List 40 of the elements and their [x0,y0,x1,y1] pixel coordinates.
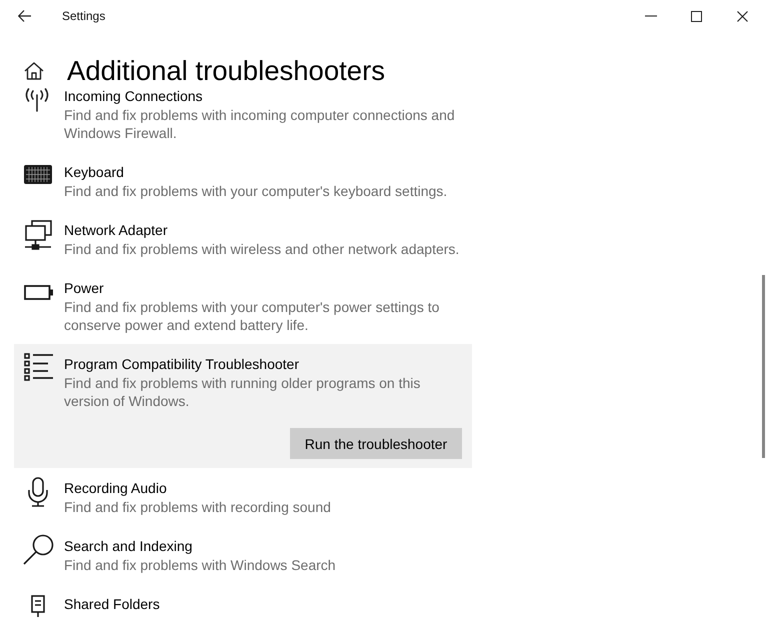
item-description: Find and fix problems with recording sound [64,498,332,516]
troubleshooter-item[interactable]: Keyboard Find and fix problems with your computer's keyboard settings. [14,152,472,210]
troubleshooter-item[interactable]: Power Find and fix problems with your computer's power settings to conserve power and extend battery life. [14,268,472,344]
home-icon[interactable] [24,62,44,80]
troubleshooter-item[interactable]: Incoming Connections Find and fix problems with incoming computer connections and Windows Firewall. [14,86,472,152]
close-icon[interactable] [737,10,748,22]
back-icon[interactable] [18,10,31,22]
item-description: Find and fix problems with wireless and other network adapters. [64,240,460,258]
item-description: Find and fix problems with running older programs on this version of Windows. [64,374,422,410]
battery-icon [24,285,53,300]
server-icon [31,595,45,617]
monitors-icon [24,220,52,250]
troubleshooter-item[interactable]: Search and Indexing Find and fix problems with Windows Search [14,526,472,584]
minimize-icon[interactable] [645,15,657,17]
search-icon [23,534,54,565]
troubleshooter-item[interactable]: Recording Audio Find and fix problems with recording sound [14,468,472,526]
item-title: Power [64,279,105,298]
troubleshooter-item[interactable]: Program Compatibility Troubleshooter Find and fix problems with running older programs on this version of Windows. Run the troubleshooter [14,344,472,468]
run-button[interactable]: Run the troubleshooter [290,428,462,459]
window-title: Settings [62,9,106,23]
item-title: Incoming Connections [64,87,204,106]
page-title: Additional troubleshooters [67,56,385,86]
antenna-icon [24,88,50,112]
item-title: Recording Audio [64,479,168,498]
item-description: Find and fix problems with your computer's keyboard settings. [64,182,448,200]
keyboard-icon [24,165,52,184]
scrollbar-thumb[interactable] [762,275,765,458]
item-title: Shared Folders [64,595,161,614]
troubleshooter-item[interactable]: Shared Folders [14,584,472,617]
item-title: Program Compatibility Troubleshooter [64,355,300,374]
item-title: Network Adapter [64,221,168,240]
microphone-icon [26,477,50,507]
maximize-icon[interactable] [691,10,702,22]
item-description: Find and fix problems with incoming computer connections and Windows Firewall. [64,106,456,142]
troubleshooter-item[interactable]: Network Adapter Find and fix problems with wireless and other network adapters. [14,210,472,268]
item-description: Find and fix problems with Windows Search [64,556,337,574]
item-title: Search and Indexing [64,537,194,556]
list-icon [24,353,53,381]
item-title: Keyboard [64,163,125,182]
item-description: Find and fix problems with your computer's power settings to conserve power and extend battery life. [64,298,440,334]
